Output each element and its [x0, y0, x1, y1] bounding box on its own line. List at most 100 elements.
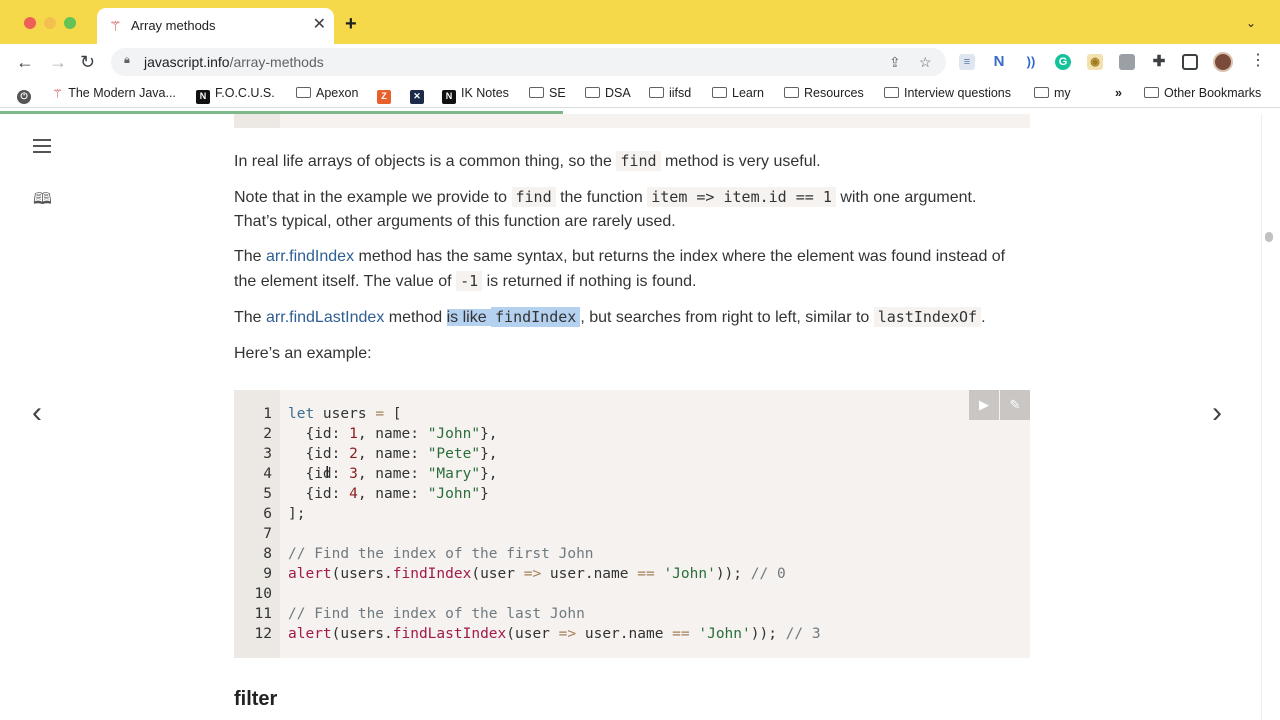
code-line: {id: 4, name: "John"} [288, 486, 489, 502]
javascript-info-icon: ⚚ [52, 87, 64, 101]
findindex-link[interactable]: arr.findIndex [266, 248, 354, 265]
bookmark-label: SE [549, 86, 566, 100]
minimize-window-button[interactable] [44, 17, 56, 29]
z-app-icon: Z [377, 90, 391, 104]
gray-extension-icon[interactable] [1119, 54, 1135, 70]
text: is returned if nothing is found. [482, 273, 697, 290]
text: method is very useful. [660, 153, 821, 170]
folder-icon [784, 87, 799, 98]
read-aloud-extension-icon[interactable]: )) [1023, 54, 1039, 70]
inline-code: item => item.id == 1 [647, 187, 836, 207]
scrollbar[interactable] [1261, 114, 1280, 720]
bookmarks-bar: ⏻ ⚚ The Modern Java... N F.O.C.U.S. Apexon… [0, 80, 1280, 108]
url-text[interactable]: javascript.info/array-methods [144, 54, 324, 70]
previous-code-block [234, 114, 1030, 128]
other-bookmarks-label: Other Bookmarks [1164, 86, 1262, 100]
bookmark-star-icon[interactable]: ☆ [919, 53, 932, 71]
text: . [981, 309, 986, 326]
folder-icon [529, 87, 544, 98]
close-tab-icon[interactable]: ✕ [313, 16, 326, 34]
bookmark-focus[interactable]: N F.O.C.U.S. [196, 86, 275, 104]
line-number: 5 [263, 486, 272, 502]
run-icon[interactable]: ▶ [969, 390, 999, 420]
share-icon[interactable]: ⇪ [889, 53, 901, 71]
notion-icon: N [196, 90, 210, 104]
text: the element itself. The value of [234, 273, 457, 290]
folder-icon [585, 87, 600, 98]
url-domain: javascript.info [144, 54, 230, 70]
paragraph-find-useful: In real life arrays of objects is a comm… [234, 149, 1030, 174]
bookmark-label: Resources [804, 86, 864, 100]
screenshot-extension-icon[interactable]: ◉ [1087, 54, 1103, 70]
bookmark-se[interactable]: SE [529, 86, 566, 101]
notion-extension-icon[interactable]: N [991, 54, 1007, 70]
paragraph-find-argument: Note that in the example we provide to f… [234, 185, 1030, 234]
bookmark-modern-javascript[interactable]: ⚚ The Modern Java... [52, 86, 176, 101]
edit-icon[interactable]: ✎ [1000, 390, 1030, 420]
bookmark-apexon[interactable]: Apexon [296, 86, 358, 101]
line-number: 8 [263, 546, 272, 562]
text: In real life arrays of objects is a comm… [234, 153, 617, 170]
back-button[interactable]: ← [16, 52, 34, 72]
bookmark-label: my [1054, 86, 1071, 100]
hamburger-menu-icon[interactable] [33, 139, 51, 153]
maximize-window-button[interactable] [64, 17, 76, 29]
bookmark-label: iifsd [669, 86, 692, 100]
bookmark-my[interactable]: my [1034, 86, 1071, 101]
bookmarks-overflow-chevron[interactable]: » [1115, 86, 1122, 101]
next-chapter-arrow-icon[interactable]: › [1212, 398, 1222, 428]
bookmark-iifsd[interactable]: iifsd [649, 86, 691, 101]
x-app-icon: ✕ [410, 90, 424, 104]
inline-code: find [511, 187, 556, 207]
bookmark-x-app[interactable]: ✕ [410, 86, 429, 104]
bookmark-resources[interactable]: Resources [784, 86, 864, 101]
code-line: alert(users.findLastIndex(user => user.n… [288, 626, 821, 642]
url-path: /array-methods [229, 54, 324, 70]
bookmark-label: Learn [732, 86, 764, 100]
line-number: 3 [263, 446, 272, 462]
text: The [234, 309, 267, 326]
forward-button[interactable]: → [49, 52, 67, 72]
grammarly-extension-icon[interactable]: G [1055, 54, 1071, 70]
chrome-apps-icon[interactable]: ⏻ [17, 86, 36, 104]
code-line: let users = [ [288, 406, 402, 422]
profile-avatar[interactable] [1213, 52, 1233, 72]
code-line: {id: 3, name: "Mary"}, [288, 466, 498, 482]
browser-menu-icon[interactable]: ⋮ [1250, 52, 1266, 70]
text: the function [555, 189, 648, 206]
browser-tab[interactable]: ⚚ Array methods ✕ [97, 8, 334, 44]
other-bookmarks[interactable]: Other Bookmarks [1144, 86, 1261, 101]
scrollbar-thumb[interactable] [1265, 232, 1273, 242]
line-number: 2 [263, 426, 272, 442]
section-heading-filter: filter [234, 688, 278, 710]
line-number: 12 [254, 626, 272, 642]
tab-bar: ⚚ Array methods ✕ + ⌄ [0, 0, 1280, 44]
lock-icon: 🔒︎ [124, 54, 130, 66]
text: with one argument. [835, 189, 977, 206]
new-tab-button[interactable]: + [345, 14, 357, 34]
folder-icon [712, 87, 727, 98]
paragraph-findindex: The arr.findIndex method has the same sy… [234, 245, 1030, 294]
reload-button[interactable]: ↻ [80, 52, 95, 72]
extensions-puzzle-icon[interactable]: ✚ [1151, 54, 1167, 70]
map-icon[interactable]: 🕮︎ [33, 191, 52, 209]
bookmark-dsa[interactable]: DSA [585, 86, 631, 101]
close-window-button[interactable] [24, 17, 36, 29]
bookmark-interview-questions[interactable]: Interview questions [884, 86, 1011, 101]
side-panel-icon[interactable] [1182, 54, 1198, 70]
line-number: 10 [254, 586, 272, 602]
docs-extension-icon[interactable]: ≡ [959, 54, 975, 70]
folder-icon [1144, 87, 1159, 98]
code-example-block: 1 2 3 4 5 6 7 8 9 10 11 12 let users = [ {id: 1, na… [234, 390, 1030, 658]
javascript-info-icon: ⚚ [109, 18, 122, 34]
bookmark-learn[interactable]: Learn [712, 86, 764, 101]
tab-search-icon[interactable]: ⌄ [1246, 16, 1256, 30]
text: , but searches from right to left, simil… [580, 309, 874, 326]
previous-chapter-arrow-icon[interactable]: ‹ [32, 398, 42, 428]
bookmark-z-app[interactable]: Z [377, 86, 396, 104]
address-bar[interactable]: 🔒︎ javascript.info/array-methods ⇪ ☆ [111, 48, 946, 76]
findlastindex-link[interactable]: arr.findLastIndex [266, 309, 384, 326]
bookmark-ik-notes[interactable]: N IK Notes [442, 86, 509, 104]
code-line: {id: 2, name: "Pete"}, [288, 446, 498, 462]
line-number: 4 [263, 466, 272, 482]
